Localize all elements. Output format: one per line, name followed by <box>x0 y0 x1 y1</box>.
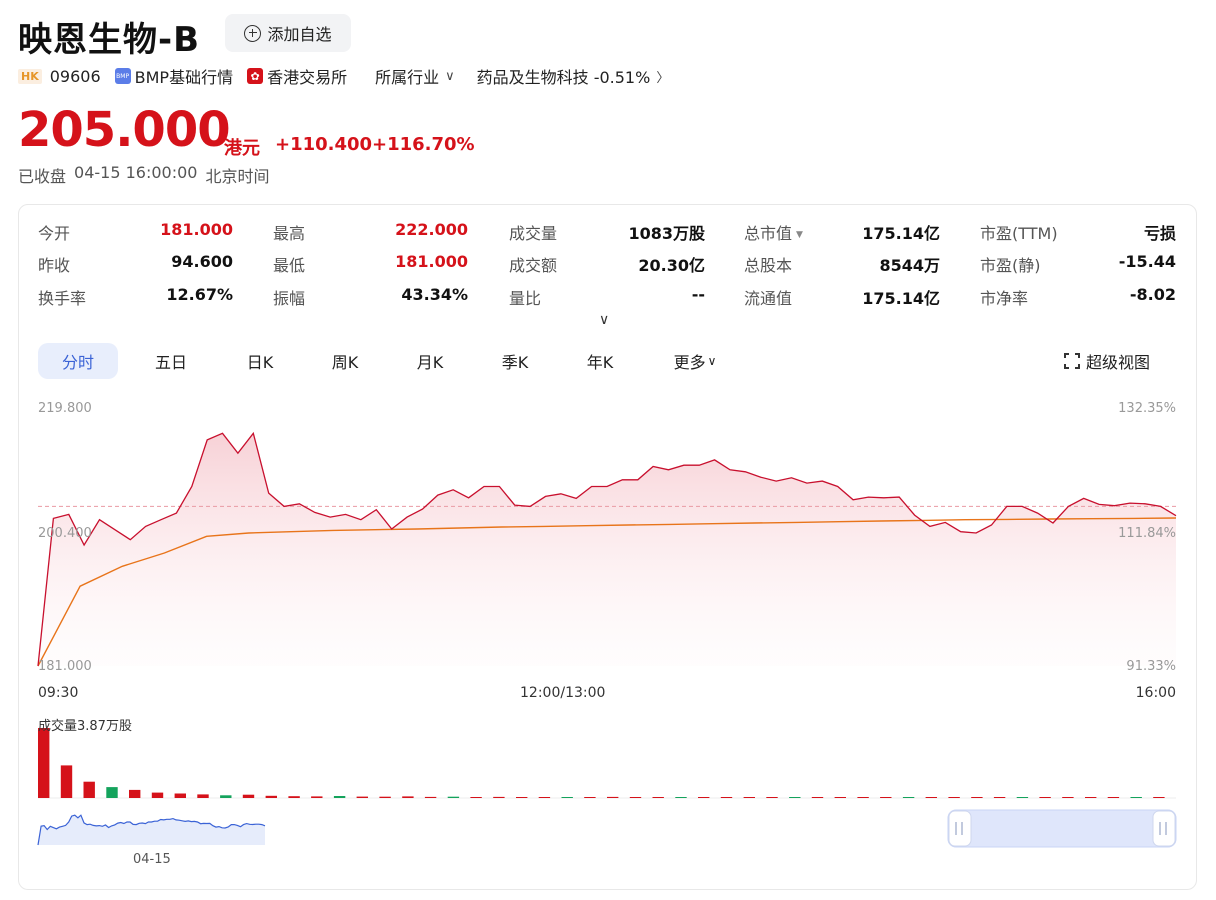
volume-bar <box>698 797 710 798</box>
volume-bar <box>1153 797 1165 798</box>
range-selector <box>947 809 1177 848</box>
volume-bar <box>106 787 118 798</box>
volume-bar <box>993 797 1006 798</box>
volume-bar <box>607 796 619 798</box>
volume-bar <box>743 797 755 798</box>
volume-bar <box>265 795 277 798</box>
y-tick-right-mid: 111.84% <box>1118 526 1176 541</box>
volume-bar <box>1107 797 1120 798</box>
volume-bar <box>811 797 824 798</box>
y-tick-left-bottom: 181.000 <box>38 659 92 674</box>
volume-bar <box>83 781 95 798</box>
volume-bar <box>880 797 892 798</box>
volume-bar <box>561 797 573 798</box>
volume-bar <box>151 792 164 798</box>
volume-bar <box>38 728 50 798</box>
volume-bar <box>652 797 664 798</box>
volume-bar <box>129 789 141 798</box>
volume-bar <box>311 796 323 798</box>
x-tick-open: 09:30 <box>38 685 79 701</box>
volume-bar <box>857 797 869 798</box>
volume-bar <box>288 796 300 798</box>
volume-bar <box>197 794 209 798</box>
volume-bar <box>925 797 937 798</box>
volume-bar <box>948 797 960 798</box>
volume-bar <box>1016 797 1029 798</box>
y-tick-left-mid: 200.400 <box>38 526 92 541</box>
volume-bar <box>584 797 596 798</box>
volume-bar <box>720 797 733 798</box>
volume-bar <box>447 796 460 798</box>
volume-bar <box>1085 797 1097 798</box>
volume-bar <box>356 796 368 798</box>
y-tick-right-bottom: 91.33% <box>1126 659 1176 674</box>
volume-bar <box>675 797 687 798</box>
volume-bar <box>789 797 801 798</box>
intraday-chart[interactable] <box>0 0 1216 900</box>
volume-bar <box>834 797 846 798</box>
volume-bar <box>538 797 551 798</box>
mini-chart-fill <box>38 815 265 845</box>
volume-bar <box>242 794 255 798</box>
volume-bar <box>902 797 915 798</box>
volume-bar <box>1062 797 1074 798</box>
volume-bar <box>333 796 346 798</box>
volume-bar <box>60 765 73 798</box>
volume-bar <box>766 797 778 798</box>
volume-bar <box>629 797 642 798</box>
volume-bar <box>424 796 437 798</box>
price-area-fill <box>38 433 1176 666</box>
volume-bar <box>470 797 482 798</box>
volume-bar <box>379 796 391 798</box>
x-tick-close: 16:00 <box>1135 685 1176 701</box>
y-tick-right-top: 132.35% <box>1118 401 1176 416</box>
volume-bar <box>174 793 186 798</box>
volume-bar <box>971 797 983 798</box>
volume-bar <box>220 795 232 798</box>
mini-date-label: 04-15 <box>133 852 171 867</box>
y-tick-left-top: 219.800 <box>38 401 92 416</box>
range-handle-right[interactable] <box>1152 810 1176 847</box>
volume-bar <box>493 796 505 798</box>
volume-bar <box>402 796 414 798</box>
volume-bar <box>516 797 528 798</box>
volume-bar <box>1039 797 1051 798</box>
volume-label: 成交量3.87万股 <box>38 719 132 734</box>
x-tick-midday: 12:00/13:00 <box>520 685 606 701</box>
volume-bar <box>1130 797 1142 798</box>
range-handle-left[interactable] <box>948 810 972 847</box>
